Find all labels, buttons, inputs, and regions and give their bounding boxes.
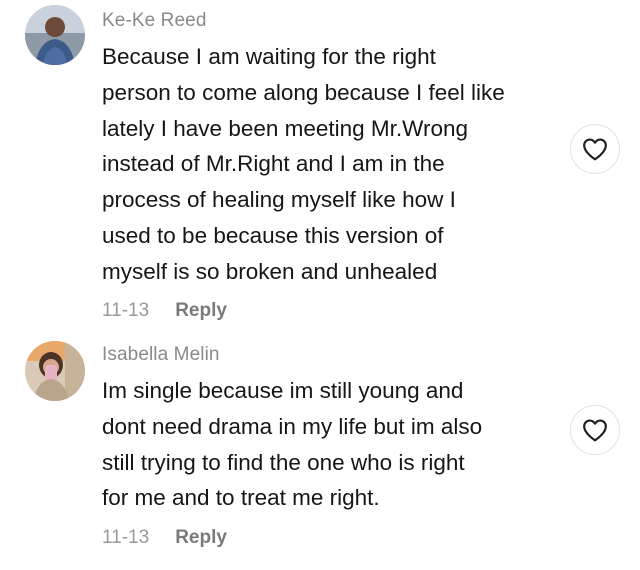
heart-icon xyxy=(583,138,607,161)
comment-text-line: used to be because this version of xyxy=(102,222,444,248)
comment-text: Because I am waiting for the right perso… xyxy=(102,39,562,290)
comment-item: Ke-Ke Reed Because I am waiting for the … xyxy=(0,0,640,334)
comment-text-line: myself is so broken and unhealed xyxy=(102,258,438,284)
comment-meta: 11-13 Reply xyxy=(102,300,227,322)
comment-text-line: still trying to find the one who is righ… xyxy=(102,449,465,475)
comment-text-line: process of healing myself like how I xyxy=(102,187,456,213)
heart-icon xyxy=(583,419,607,442)
comment-date: 11-13 xyxy=(102,300,150,321)
comment-text-line: Im single because im still young and xyxy=(102,378,464,403)
comment-text-line: dont need drama in my life but im also xyxy=(102,413,483,439)
comment-text-line: lately I have been meeting Mr.Wrong xyxy=(102,115,469,141)
like-button[interactable] xyxy=(570,124,620,174)
like-button[interactable] xyxy=(570,405,620,455)
avatar[interactable] xyxy=(25,341,85,401)
comment-username[interactable]: Ke-Ke Reed xyxy=(102,10,207,32)
comment-text-line: Because I am waiting for the right xyxy=(102,44,436,69)
comment-text: Im single because im still young and don… xyxy=(102,373,562,516)
reply-button[interactable]: Reply xyxy=(175,300,227,322)
avatar[interactable] xyxy=(25,5,85,65)
comment-text-line: instead of Mr.Right and I am in the xyxy=(102,151,445,177)
comment-item: Isabella Melin Im single because im stil… xyxy=(0,334,640,570)
comment-text-line: for me and to treat me right. xyxy=(102,485,380,511)
comment-text-line: person to come along because I feel like xyxy=(102,79,505,105)
comment-username[interactable]: Isabella Melin xyxy=(102,344,220,366)
comment-date: 11-13 xyxy=(102,527,150,548)
comment-meta: 11-13 Reply xyxy=(102,527,227,549)
reply-button[interactable]: Reply xyxy=(175,527,227,549)
